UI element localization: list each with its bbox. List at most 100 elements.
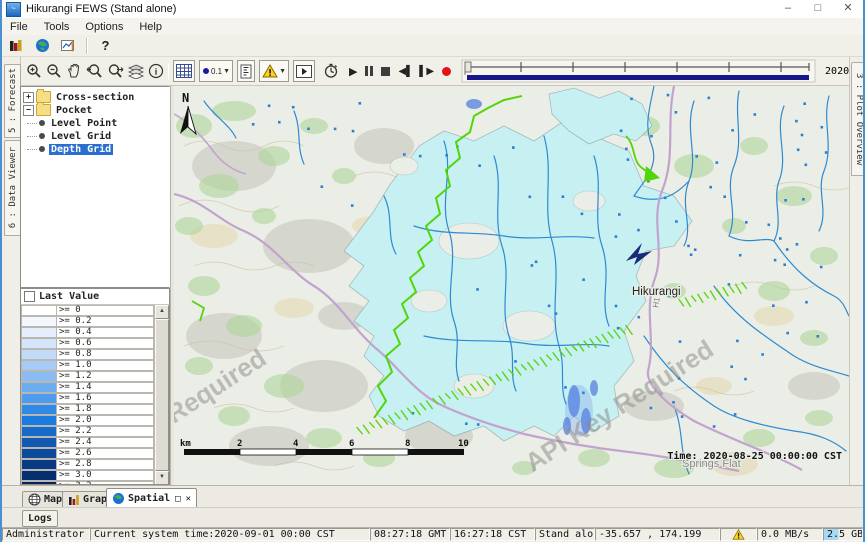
tab-map-label: Map — [44, 494, 62, 505]
classbreaks-dropdown[interactable]: 0.1 ▼ — [199, 60, 233, 82]
legend-row[interactable]: >= 2.6 — [21, 448, 154, 459]
tab-spatial-active[interactable]: Spatial □ ✕ — [106, 488, 197, 508]
tree-node-label[interactable]: Cross-section — [54, 92, 136, 103]
legend-row[interactable]: >= 2.0 — [21, 415, 154, 426]
legend-swatch — [21, 338, 57, 349]
legend-row-label: >= 2.8 — [57, 459, 154, 470]
menu-tools[interactable]: Tools — [36, 21, 78, 33]
dock-tab-data-viewer[interactable]: 6 : Data Viewer — [4, 140, 21, 236]
record-button[interactable] — [442, 61, 451, 81]
main-toolbar: ? — [2, 35, 863, 57]
legend-scrollbar[interactable]: ▲ ▼ — [154, 305, 169, 485]
help-button[interactable]: ? — [97, 37, 114, 54]
tab-restore-icon[interactable]: □ — [175, 494, 180, 504]
zoom-out-button[interactable] — [46, 61, 62, 81]
scroll-thumb[interactable] — [155, 319, 169, 471]
svg-text:2: 2 — [237, 439, 242, 449]
scroll-up-icon[interactable]: ▲ — [155, 305, 169, 319]
scroll-track[interactable] — [155, 319, 169, 471]
last-value-checkbox[interactable] — [24, 291, 35, 302]
zoom-in-button[interactable] — [26, 61, 42, 81]
tree-node-label[interactable]: Level Point — [49, 118, 119, 129]
zoom-previous-button[interactable] — [86, 61, 103, 81]
minimize-button[interactable]: – — [773, 0, 803, 18]
legend-row[interactable]: >= 0.8 — [21, 349, 154, 360]
grid-display-button[interactable] — [173, 60, 195, 82]
dock-tab-plot-overview[interactable]: 3 : Plot Overview — [851, 62, 865, 176]
legend-row-label: >= 1.4 — [57, 382, 154, 393]
legend-swatch — [21, 382, 57, 393]
tree-node-depth-grid[interactable]: Depth Grid — [21, 143, 169, 155]
expand-minus-icon[interactable]: − — [23, 105, 34, 116]
tab-close-icon[interactable]: ✕ — [186, 494, 191, 504]
legend-row-label: >= 1.8 — [57, 404, 154, 415]
legend-row[interactable]: >= 2.4 — [21, 437, 154, 448]
dock-tab-forecast[interactable]: 5 : Forecast — [4, 64, 21, 138]
maximize-button[interactable]: □ — [803, 0, 833, 18]
legend-row[interactable]: >= 3.0 — [21, 470, 154, 481]
legend-swatch — [21, 459, 57, 470]
tree-node-label[interactable]: Pocket — [54, 105, 94, 116]
chevron-down-icon: ▼ — [223, 68, 230, 75]
timeline-slider[interactable] — [461, 59, 816, 83]
toolbar-separator — [86, 38, 88, 54]
timeline-span-bar — [467, 75, 809, 80]
stop-button[interactable] — [381, 61, 390, 81]
legend-row[interactable]: >= 0.2 — [21, 316, 154, 327]
tree-node-label-selected[interactable]: Depth Grid — [49, 144, 113, 155]
legend-row-label: >= 0.2 — [57, 316, 154, 327]
status-warning[interactable] — [720, 528, 757, 541]
expand-plus-icon[interactable]: + — [23, 92, 34, 103]
legend-swatch — [21, 393, 57, 404]
menu-bar: File Tools Options Help — [2, 18, 863, 36]
legend-row[interactable]: >= 1.6 — [21, 393, 154, 404]
timeseries-dialog-icon[interactable] — [60, 37, 77, 54]
status-mode: Stand alone — [535, 528, 595, 541]
legend-header: Last Value — [21, 289, 169, 305]
globe-explorer-icon[interactable] — [34, 37, 51, 54]
legend-row[interactable]: >= 1.4 — [21, 382, 154, 393]
logs-tab[interactable]: Logs — [22, 510, 58, 527]
legend-row-label: >= 2.0 — [57, 415, 154, 426]
close-button[interactable]: ✕ — [833, 0, 863, 18]
play-button[interactable]: ▶ — [349, 61, 357, 81]
title-bar: ~ Hikurangi FEWS (Stand alone) – □ ✕ — [2, 0, 863, 19]
legend-row[interactable]: >= 0 — [21, 305, 154, 316]
legend-rows: >= 0>= 0.2>= 0.4>= 0.6>= 0.8>= 1.0>= 1.2… — [21, 305, 154, 485]
scroll-down-icon[interactable]: ▼ — [155, 471, 169, 485]
map-time-label: Time: 2020-08-25 00:00:00 CST — [667, 450, 842, 462]
tree-node-label[interactable]: Level Grid — [49, 131, 113, 142]
legend-row[interactable]: >= 0.4 — [21, 327, 154, 338]
status-coordinates: -35.657 , 174.199 — [595, 528, 720, 541]
legend-row[interactable]: >= 1.0 — [21, 360, 154, 371]
animation-dialog-button[interactable] — [293, 60, 315, 82]
pause-button[interactable] — [365, 61, 373, 81]
legend-row[interactable]: >= 1.2 — [21, 371, 154, 382]
legend-row[interactable]: >= 2.8 — [21, 459, 154, 470]
svg-text:10: 10 — [458, 439, 469, 449]
legend-row[interactable]: >= 0.6 — [21, 338, 154, 349]
menu-file[interactable]: File — [2, 21, 36, 33]
animation-speed-icon[interactable] — [323, 61, 339, 81]
menu-help[interactable]: Help — [131, 21, 170, 33]
zoom-next-button[interactable] — [107, 61, 124, 81]
legend-row-label: >= 1.6 — [57, 393, 154, 404]
map-viewport[interactable]: H1 API Key Required API Key Required N — [174, 86, 849, 485]
layers-icon[interactable] — [128, 61, 144, 81]
database-explorer-icon[interactable] — [8, 37, 25, 54]
info-button[interactable]: i — [148, 61, 164, 81]
skip-to-end-button[interactable]: ▌▶ — [419, 61, 434, 81]
tree-node-level-grid[interactable]: Level Grid — [21, 130, 169, 142]
pan-hand-icon[interactable] — [66, 61, 82, 81]
skip-to-start-button[interactable]: ◀▌ — [398, 61, 413, 81]
menu-options[interactable]: Options — [77, 21, 131, 33]
tree-node-level-point[interactable]: Level Point — [21, 117, 169, 129]
legend-row[interactable]: >= 1.8 — [21, 404, 154, 415]
legend-row-label: >= 0.8 — [57, 349, 154, 360]
labels-toggle-button[interactable] — [237, 60, 255, 82]
bottom-tab-bar: Map Graph Spatial □ ✕ — [2, 485, 863, 508]
thresholds-dropdown[interactable]: ▼ — [259, 60, 289, 82]
tree-node-pocket[interactable]: − Pocket — [21, 104, 169, 116]
legend-row-label: >= 3.0 — [57, 470, 154, 481]
legend-row[interactable]: >= 2.2 — [21, 426, 154, 437]
